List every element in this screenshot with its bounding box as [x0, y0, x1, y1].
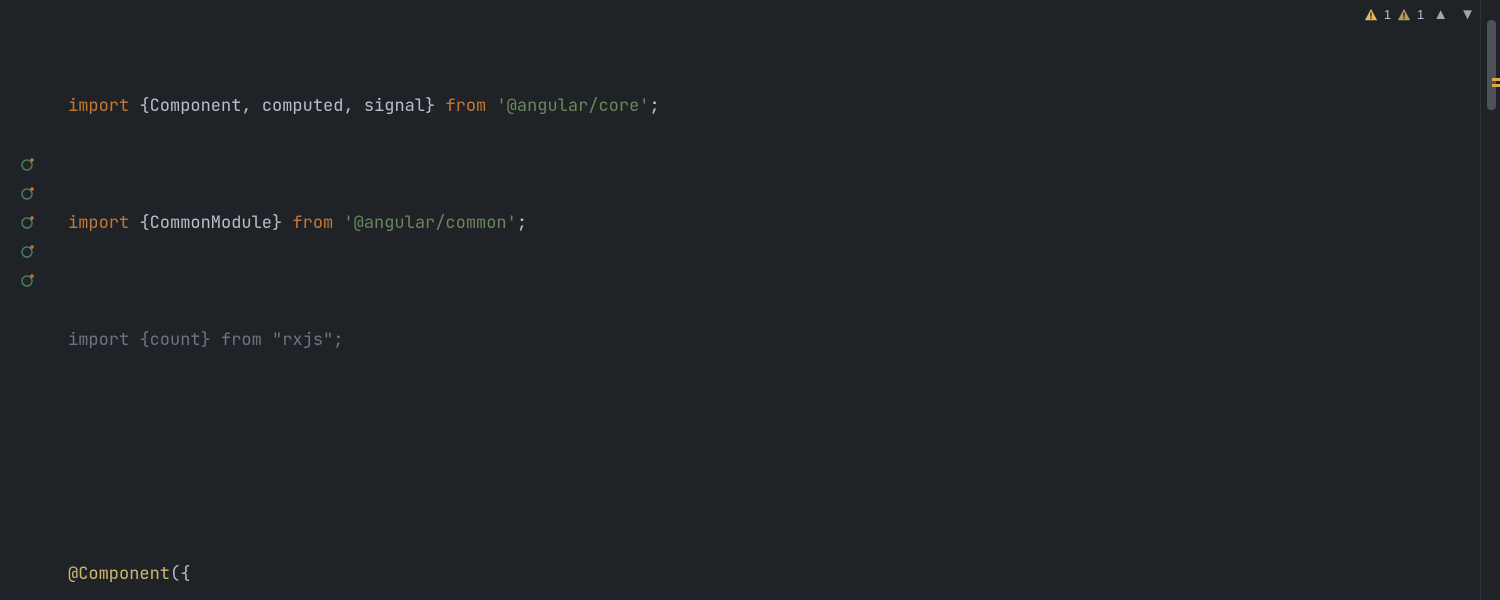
gutter-row — [0, 352, 56, 381]
id-computed: computed — [262, 95, 344, 117]
code-line[interactable] — [56, 443, 1500, 472]
str-angular-core: '@angular/core' — [496, 95, 649, 117]
gutter-row — [0, 468, 56, 497]
gutter-row — [0, 497, 56, 526]
gutter-row — [0, 294, 56, 323]
weak-warning-icon[interactable] — [1397, 8, 1411, 22]
kw-from: from — [445, 95, 486, 117]
gutter-row[interactable] — [0, 178, 56, 207]
gutter-row — [0, 381, 56, 410]
code-editor[interactable]: import {Component, computed, signal} fro… — [0, 0, 1500, 600]
id-signal: signal — [364, 95, 425, 117]
code-line[interactable]: import {count} from "rxjs"; — [56, 326, 1500, 355]
inspection-status[interactable]: 1 1 ▲ ▼ — [1364, 6, 1478, 23]
usage-hint-icon[interactable] — [20, 156, 36, 172]
gutter-row — [0, 62, 56, 91]
gutter-row — [0, 33, 56, 62]
next-highlight-button[interactable]: ▼ — [1457, 6, 1478, 23]
gutter-row — [0, 439, 56, 468]
usage-hint-icon[interactable] — [20, 185, 36, 201]
warning-count: 1 — [1384, 7, 1391, 22]
prev-highlight-button[interactable]: ▲ — [1430, 6, 1451, 23]
usage-hint-icon[interactable] — [20, 243, 36, 259]
gutter-row[interactable] — [0, 236, 56, 265]
error-stripe-rail[interactable] — [1480, 0, 1500, 600]
gutter-row — [0, 4, 56, 33]
usage-hint-icon[interactable] — [20, 272, 36, 288]
weak-warning-count: 1 — [1417, 7, 1424, 22]
gutter-row[interactable] — [0, 207, 56, 236]
error-stripe[interactable] — [1492, 78, 1500, 81]
gutter-row — [0, 120, 56, 149]
gutter-row[interactable] — [0, 265, 56, 294]
gutter-row — [0, 526, 56, 555]
code-area[interactable]: import {Component, computed, signal} fro… — [56, 0, 1500, 600]
code-line[interactable]: import {CommonModule} from '@angular/com… — [56, 209, 1500, 238]
usage-hint-icon[interactable] — [20, 214, 36, 230]
code-line[interactable]: import {Component, computed, signal} fro… — [56, 92, 1500, 121]
gutter-row — [0, 410, 56, 439]
warning-icon[interactable] — [1364, 8, 1378, 22]
error-stripe[interactable] — [1492, 84, 1500, 87]
scrollbar-thumb[interactable] — [1487, 20, 1496, 110]
gutter — [0, 0, 56, 600]
gutter-row — [0, 584, 56, 600]
gutter-row — [0, 555, 56, 584]
kw-import: import — [68, 95, 129, 117]
decorator-component: @Component — [68, 563, 170, 585]
gutter-row[interactable] — [0, 149, 56, 178]
id-component: Component — [150, 95, 242, 117]
gutter-row — [0, 323, 56, 352]
gutter-row — [0, 91, 56, 120]
code-line[interactable]: @Component({ — [56, 560, 1500, 589]
